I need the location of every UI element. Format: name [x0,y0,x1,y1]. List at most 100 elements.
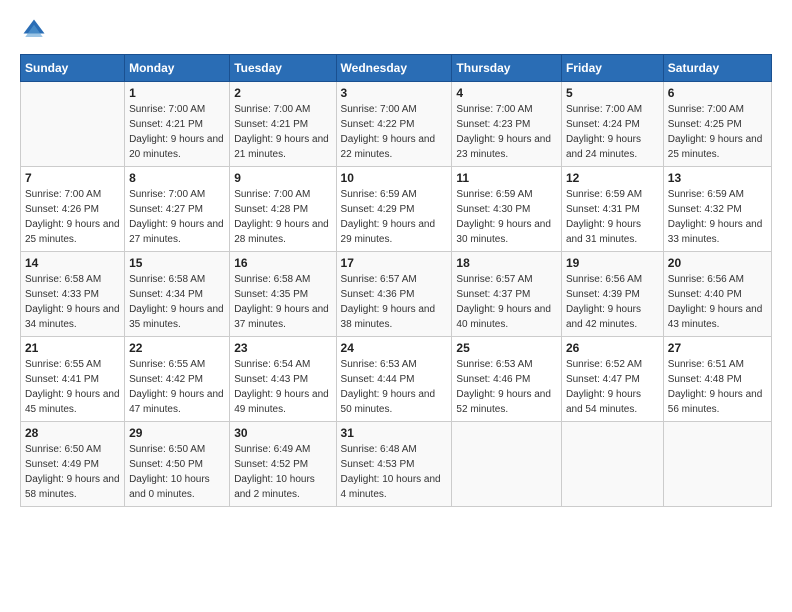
day-cell [561,422,663,507]
day-info: Sunrise: 6:58 AMSunset: 4:34 PMDaylight:… [129,272,225,332]
day-info: Sunrise: 7:00 AMSunset: 4:25 PMDaylight:… [668,102,767,162]
week-row-3: 14Sunrise: 6:58 AMSunset: 4:33 PMDayligh… [21,252,772,337]
col-header-sunday: Sunday [21,55,125,82]
logo-icon [20,16,48,44]
day-number: 16 [234,256,331,270]
day-cell: 19 Sunrise: 6:56 AMSunset: 4:39 PMDayligh… [561,252,663,337]
week-row-4: 21 Sunrise: 6:55 AMSunset: 4:41 PMDayligh… [21,337,772,422]
day-info: Sunrise: 6:59 AMSunset: 4:30 PMDaylight:… [456,187,557,247]
day-cell: 5Sunrise: 7:00 AMSunset: 4:24 PMDaylight… [561,82,663,167]
day-number: 29 [129,426,225,440]
day-number: 21 [25,341,120,355]
day-info: Sunrise: 6:50 AMSunset: 4:49 PMDaylight:… [25,442,120,502]
day-info: Sunrise: 6:53 AMSunset: 4:44 PMDaylight:… [341,357,448,417]
day-number: 20 [668,256,767,270]
day-info: Sunrise: 7:00 AMSunset: 4:26 PMDaylight:… [25,187,120,247]
day-number: 27 [668,341,767,355]
day-cell [21,82,125,167]
day-info: Sunrise: 6:57 AMSunset: 4:36 PMDaylight:… [341,272,448,332]
col-header-thursday: Thursday [452,55,562,82]
day-info: Sunrise: 6:56 AMSunset: 4:39 PMDaylight:… [566,272,659,332]
day-cell: 23Sunrise: 6:54 AMSunset: 4:43 PMDayligh… [230,337,336,422]
day-info: Sunrise: 6:58 AMSunset: 4:33 PMDaylight:… [25,272,120,332]
day-number: 18 [456,256,557,270]
day-cell: 20 Sunrise: 6:56 AMSunset: 4:40 PMDayligh… [663,252,771,337]
day-info: Sunrise: 6:55 AMSunset: 4:42 PMDaylight:… [129,357,225,417]
day-cell: 26 Sunrise: 6:52 AMSunset: 4:47 PMDayligh… [561,337,663,422]
day-cell: 9 Sunrise: 7:00 AMSunset: 4:28 PMDaylight… [230,167,336,252]
day-cell: 28 Sunrise: 6:50 AMSunset: 4:49 PMDayligh… [21,422,125,507]
day-cell: 30 Sunrise: 6:49 AMSunset: 4:52 PMDayligh… [230,422,336,507]
day-number: 5 [566,86,659,100]
day-cell: 27 Sunrise: 6:51 AMSunset: 4:48 PMDayligh… [663,337,771,422]
day-cell: 21 Sunrise: 6:55 AMSunset: 4:41 PMDayligh… [21,337,125,422]
day-cell: 15 Sunrise: 6:58 AMSunset: 4:34 PMDayligh… [125,252,230,337]
day-number: 30 [234,426,331,440]
day-info: Sunrise: 6:55 AMSunset: 4:41 PMDaylight:… [25,357,120,417]
day-info: Sunrise: 7:00 AMSunset: 4:27 PMDaylight:… [129,187,225,247]
day-number: 6 [668,86,767,100]
day-cell: 31 Sunrise: 6:48 AMSunset: 4:53 PMDayligh… [336,422,452,507]
col-header-saturday: Saturday [663,55,771,82]
day-cell: 11 Sunrise: 6:59 AMSunset: 4:30 PMDayligh… [452,167,562,252]
day-number: 31 [341,426,448,440]
day-info: Sunrise: 6:52 AMSunset: 4:47 PMDaylight:… [566,357,659,417]
day-cell: 18 Sunrise: 6:57 AMSunset: 4:37 PMDayligh… [452,252,562,337]
day-info: Sunrise: 6:51 AMSunset: 4:48 PMDaylight:… [668,357,767,417]
day-number: 15 [129,256,225,270]
day-number: 2 [234,86,331,100]
day-cell: 10Sunrise: 6:59 AMSunset: 4:29 PMDayligh… [336,167,452,252]
day-cell: 7 Sunrise: 7:00 AMSunset: 4:26 PMDaylight… [21,167,125,252]
calendar-header-row: SundayMondayTuesdayWednesdayThursdayFrid… [21,55,772,82]
day-cell: 12 Sunrise: 6:59 AMSunset: 4:31 PMDayligh… [561,167,663,252]
day-number: 4 [456,86,557,100]
day-cell [452,422,562,507]
day-cell: 3Sunrise: 7:00 AMSunset: 4:22 PMDaylight… [336,82,452,167]
day-info: Sunrise: 6:57 AMSunset: 4:37 PMDaylight:… [456,272,557,332]
day-number: 19 [566,256,659,270]
day-number: 7 [25,171,120,185]
page-header [20,16,772,44]
day-info: Sunrise: 6:59 AMSunset: 4:31 PMDaylight:… [566,187,659,247]
day-cell: 2Sunrise: 7:00 AMSunset: 4:21 PMDaylight… [230,82,336,167]
calendar-table: SundayMondayTuesdayWednesdayThursdayFrid… [20,54,772,507]
day-cell: 13 Sunrise: 6:59 AMSunset: 4:32 PMDayligh… [663,167,771,252]
day-cell: 22 Sunrise: 6:55 AMSunset: 4:42 PMDayligh… [125,337,230,422]
day-number: 24 [341,341,448,355]
day-number: 9 [234,171,331,185]
day-number: 28 [25,426,120,440]
day-info: Sunrise: 6:53 AMSunset: 4:46 PMDaylight:… [456,357,557,417]
col-header-wednesday: Wednesday [336,55,452,82]
day-number: 26 [566,341,659,355]
day-cell: 17 Sunrise: 6:57 AMSunset: 4:36 PMDayligh… [336,252,452,337]
day-cell: 8 Sunrise: 7:00 AMSunset: 4:27 PMDaylight… [125,167,230,252]
day-info: Sunrise: 6:56 AMSunset: 4:40 PMDaylight:… [668,272,767,332]
day-cell: 24 Sunrise: 6:53 AMSunset: 4:44 PMDayligh… [336,337,452,422]
day-number: 22 [129,341,225,355]
col-header-monday: Monday [125,55,230,82]
day-number: 13 [668,171,767,185]
day-number: 17 [341,256,448,270]
day-info: Sunrise: 6:48 AMSunset: 4:53 PMDaylight:… [341,442,448,502]
day-number: 1 [129,86,225,100]
day-number: 11 [456,171,557,185]
week-row-5: 28 Sunrise: 6:50 AMSunset: 4:49 PMDayligh… [21,422,772,507]
day-info: Sunrise: 7:00 AMSunset: 4:28 PMDaylight:… [234,187,331,247]
day-info: Sunrise: 6:59 AMSunset: 4:29 PMDaylight:… [341,187,448,247]
day-number: 3 [341,86,448,100]
day-cell: 29 Sunrise: 6:50 AMSunset: 4:50 PMDayligh… [125,422,230,507]
day-cell: 16Sunrise: 6:58 AMSunset: 4:35 PMDayligh… [230,252,336,337]
day-number: 25 [456,341,557,355]
day-cell: 25 Sunrise: 6:53 AMSunset: 4:46 PMDayligh… [452,337,562,422]
day-number: 12 [566,171,659,185]
day-number: 8 [129,171,225,185]
week-row-1: 1 Sunrise: 7:00 AMSunset: 4:21 PMDaylight… [21,82,772,167]
day-cell [663,422,771,507]
day-info: Sunrise: 6:50 AMSunset: 4:50 PMDaylight:… [129,442,225,502]
day-cell: 1 Sunrise: 7:00 AMSunset: 4:21 PMDaylight… [125,82,230,167]
day-info: Sunrise: 6:54 AMSunset: 4:43 PMDaylight:… [234,357,331,417]
day-info: Sunrise: 6:59 AMSunset: 4:32 PMDaylight:… [668,187,767,247]
day-info: Sunrise: 7:00 AMSunset: 4:21 PMDaylight:… [129,102,225,162]
day-cell: 14Sunrise: 6:58 AMSunset: 4:33 PMDayligh… [21,252,125,337]
day-info: Sunrise: 6:49 AMSunset: 4:52 PMDaylight:… [234,442,331,502]
